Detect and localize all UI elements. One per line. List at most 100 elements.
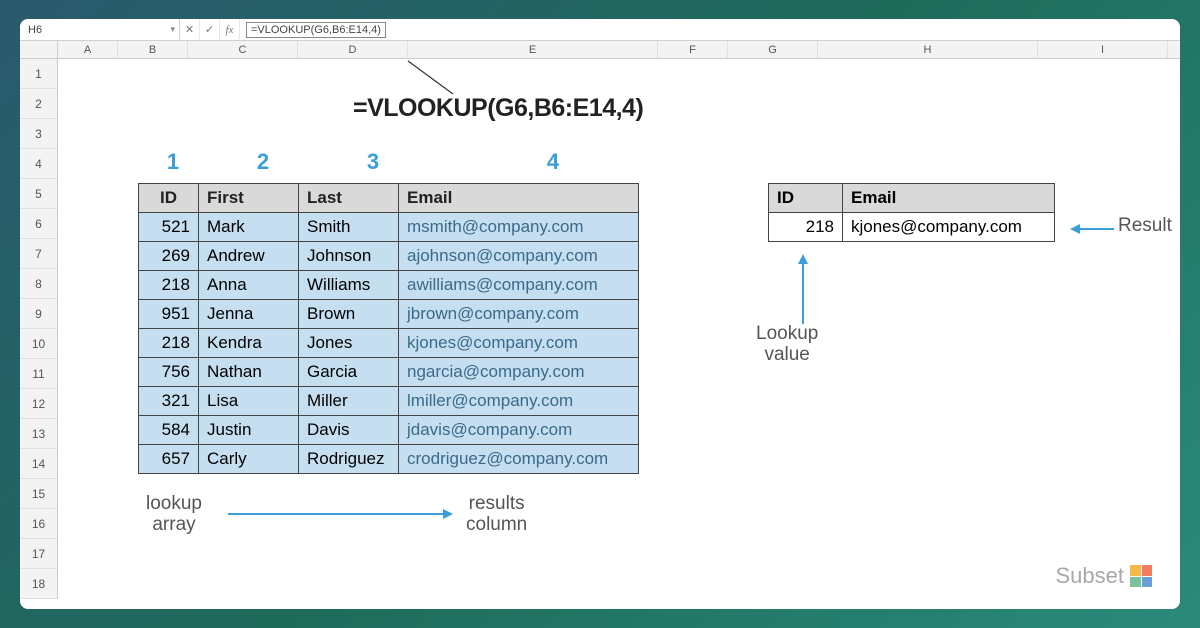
cell-last[interactable]: Rodriguez [299, 445, 399, 474]
cell-id[interactable]: 951 [139, 300, 199, 329]
row-header[interactable]: 5 [20, 179, 58, 209]
lookup-header-id: ID [769, 184, 843, 213]
annotation-text: lookup [146, 494, 202, 515]
cell-last[interactable]: Jones [299, 329, 399, 358]
cell-id[interactable]: 321 [139, 387, 199, 416]
col-index-3: 3 [318, 149, 428, 175]
fx-icon[interactable]: fx [220, 19, 240, 40]
lookup-result-cell[interactable]: kjones@company.com [843, 213, 1055, 242]
row-header[interactable]: 7 [20, 239, 58, 269]
cell-last[interactable]: Smith [299, 213, 399, 242]
cell-last[interactable]: Brown [299, 300, 399, 329]
cell-first[interactable]: Kendra [199, 329, 299, 358]
cell-last[interactable]: Williams [299, 271, 399, 300]
column-header[interactable]: B [118, 41, 188, 58]
row-header[interactable]: 9 [20, 299, 58, 329]
cell-email[interactable]: jdavis@company.com [399, 416, 639, 445]
column-header[interactable]: E [408, 41, 658, 58]
table-row: 657CarlyRodriguezcrodriguez@company.com [139, 445, 639, 474]
row-header[interactable]: 3 [20, 119, 58, 149]
row-header[interactable]: 8 [20, 269, 58, 299]
column-header[interactable]: A [58, 41, 118, 58]
row-header[interactable]: 4 [20, 149, 58, 179]
cell-id[interactable]: 269 [139, 242, 199, 271]
row-headers: 123456789101112131415161718 [20, 59, 58, 599]
row-header[interactable]: 12 [20, 389, 58, 419]
grid-area: ABCDEFGHI 123456789101112131415161718 =V… [20, 41, 1180, 609]
cell-email[interactable]: awilliams@company.com [399, 271, 639, 300]
cell-email[interactable]: kjones@company.com [399, 329, 639, 358]
cell-last[interactable]: Johnson [299, 242, 399, 271]
confirm-icon[interactable]: ✓ [200, 19, 220, 40]
row-header[interactable]: 1 [20, 59, 58, 89]
cell-id[interactable]: 657 [139, 445, 199, 474]
cell-first[interactable]: Mark [199, 213, 299, 242]
lookup-header-email: Email [843, 184, 1055, 213]
cell-id[interactable]: 584 [139, 416, 199, 445]
column-headers: ABCDEFGHI [20, 41, 1180, 59]
row-header[interactable]: 14 [20, 449, 58, 479]
brand-icon [1130, 565, 1152, 587]
table-row: 269AndrewJohnsonajohnson@company.com [139, 242, 639, 271]
cell-id[interactable]: 756 [139, 358, 199, 387]
cell-email[interactable]: jbrown@company.com [399, 300, 639, 329]
row-header[interactable]: 11 [20, 359, 58, 389]
annotation-results-column: results column [466, 494, 527, 536]
select-all-corner[interactable] [20, 41, 58, 58]
row-header[interactable]: 15 [20, 479, 58, 509]
cell-email[interactable]: crodriguez@company.com [399, 445, 639, 474]
row-header[interactable]: 10 [20, 329, 58, 359]
row-header[interactable]: 6 [20, 209, 58, 239]
annotation-lookup-array: lookup array [146, 494, 202, 536]
column-header[interactable]: C [188, 41, 298, 58]
cell-first[interactable]: Jenna [199, 300, 299, 329]
lookup-value-cell[interactable]: 218 [769, 213, 843, 242]
column-header[interactable]: I [1038, 41, 1168, 58]
cell-first[interactable]: Nathan [199, 358, 299, 387]
annotation-text: column [466, 515, 527, 536]
column-header[interactable]: D [298, 41, 408, 58]
cell-email[interactable]: ajohnson@company.com [399, 242, 639, 271]
header-id: ID [139, 184, 199, 213]
cell-last[interactable]: Miller [299, 387, 399, 416]
row-header[interactable]: 18 [20, 569, 58, 599]
cell-first[interactable]: Justin [199, 416, 299, 445]
cell-last[interactable]: Davis [299, 416, 399, 445]
cell-id[interactable]: 218 [139, 329, 199, 358]
table-row: 218AnnaWilliamsawilliams@company.com [139, 271, 639, 300]
cell-first[interactable]: Carly [199, 445, 299, 474]
cancel-icon[interactable]: ✕ [180, 19, 200, 40]
formula-bar: H6 ▾ ✕ ✓ fx =VLOOKUP(G6,B6:E14,4) [20, 19, 1180, 41]
annotation-result: Result [1118, 215, 1172, 237]
cell-email[interactable]: ngarcia@company.com [399, 358, 639, 387]
annotation-text: results [466, 494, 527, 515]
col-index-4: 4 [428, 149, 678, 175]
cell-id[interactable]: 521 [139, 213, 199, 242]
annotation-text: Result [1118, 215, 1172, 236]
cell-id[interactable]: 218 [139, 271, 199, 300]
row-header[interactable]: 17 [20, 539, 58, 569]
table-row: 951JennaBrownjbrown@company.com [139, 300, 639, 329]
row-header[interactable]: 13 [20, 419, 58, 449]
formula-text: =VLOOKUP(G6,B6:E14,4) [251, 24, 381, 36]
cell-last[interactable]: Garcia [299, 358, 399, 387]
column-header[interactable]: H [818, 41, 1038, 58]
table-row: 521MarkSmithmsmith@company.com [139, 213, 639, 242]
sheet-canvas[interactable]: =VLOOKUP(G6,B6:E14,4) 1 2 3 4 ID First L… [58, 59, 1180, 609]
row-header[interactable]: 2 [20, 89, 58, 119]
lookup-header-row: ID Email [769, 184, 1055, 213]
name-box[interactable]: H6 ▾ [20, 19, 180, 40]
chevron-down-icon[interactable]: ▾ [170, 24, 175, 35]
column-header[interactable]: F [658, 41, 728, 58]
cell-first[interactable]: Lisa [199, 387, 299, 416]
cell-email[interactable]: lmiller@company.com [399, 387, 639, 416]
row-header[interactable]: 16 [20, 509, 58, 539]
table-row: 756NathanGarciangarcia@company.com [139, 358, 639, 387]
cell-email[interactable]: msmith@company.com [399, 213, 639, 242]
column-header[interactable]: G [728, 41, 818, 58]
formula-input[interactable]: =VLOOKUP(G6,B6:E14,4) [246, 22, 386, 38]
cell-first[interactable]: Anna [199, 271, 299, 300]
column-index-labels: 1 2 3 4 [138, 149, 678, 175]
cell-first[interactable]: Andrew [199, 242, 299, 271]
table-row: 321LisaMillerlmiller@company.com [139, 387, 639, 416]
